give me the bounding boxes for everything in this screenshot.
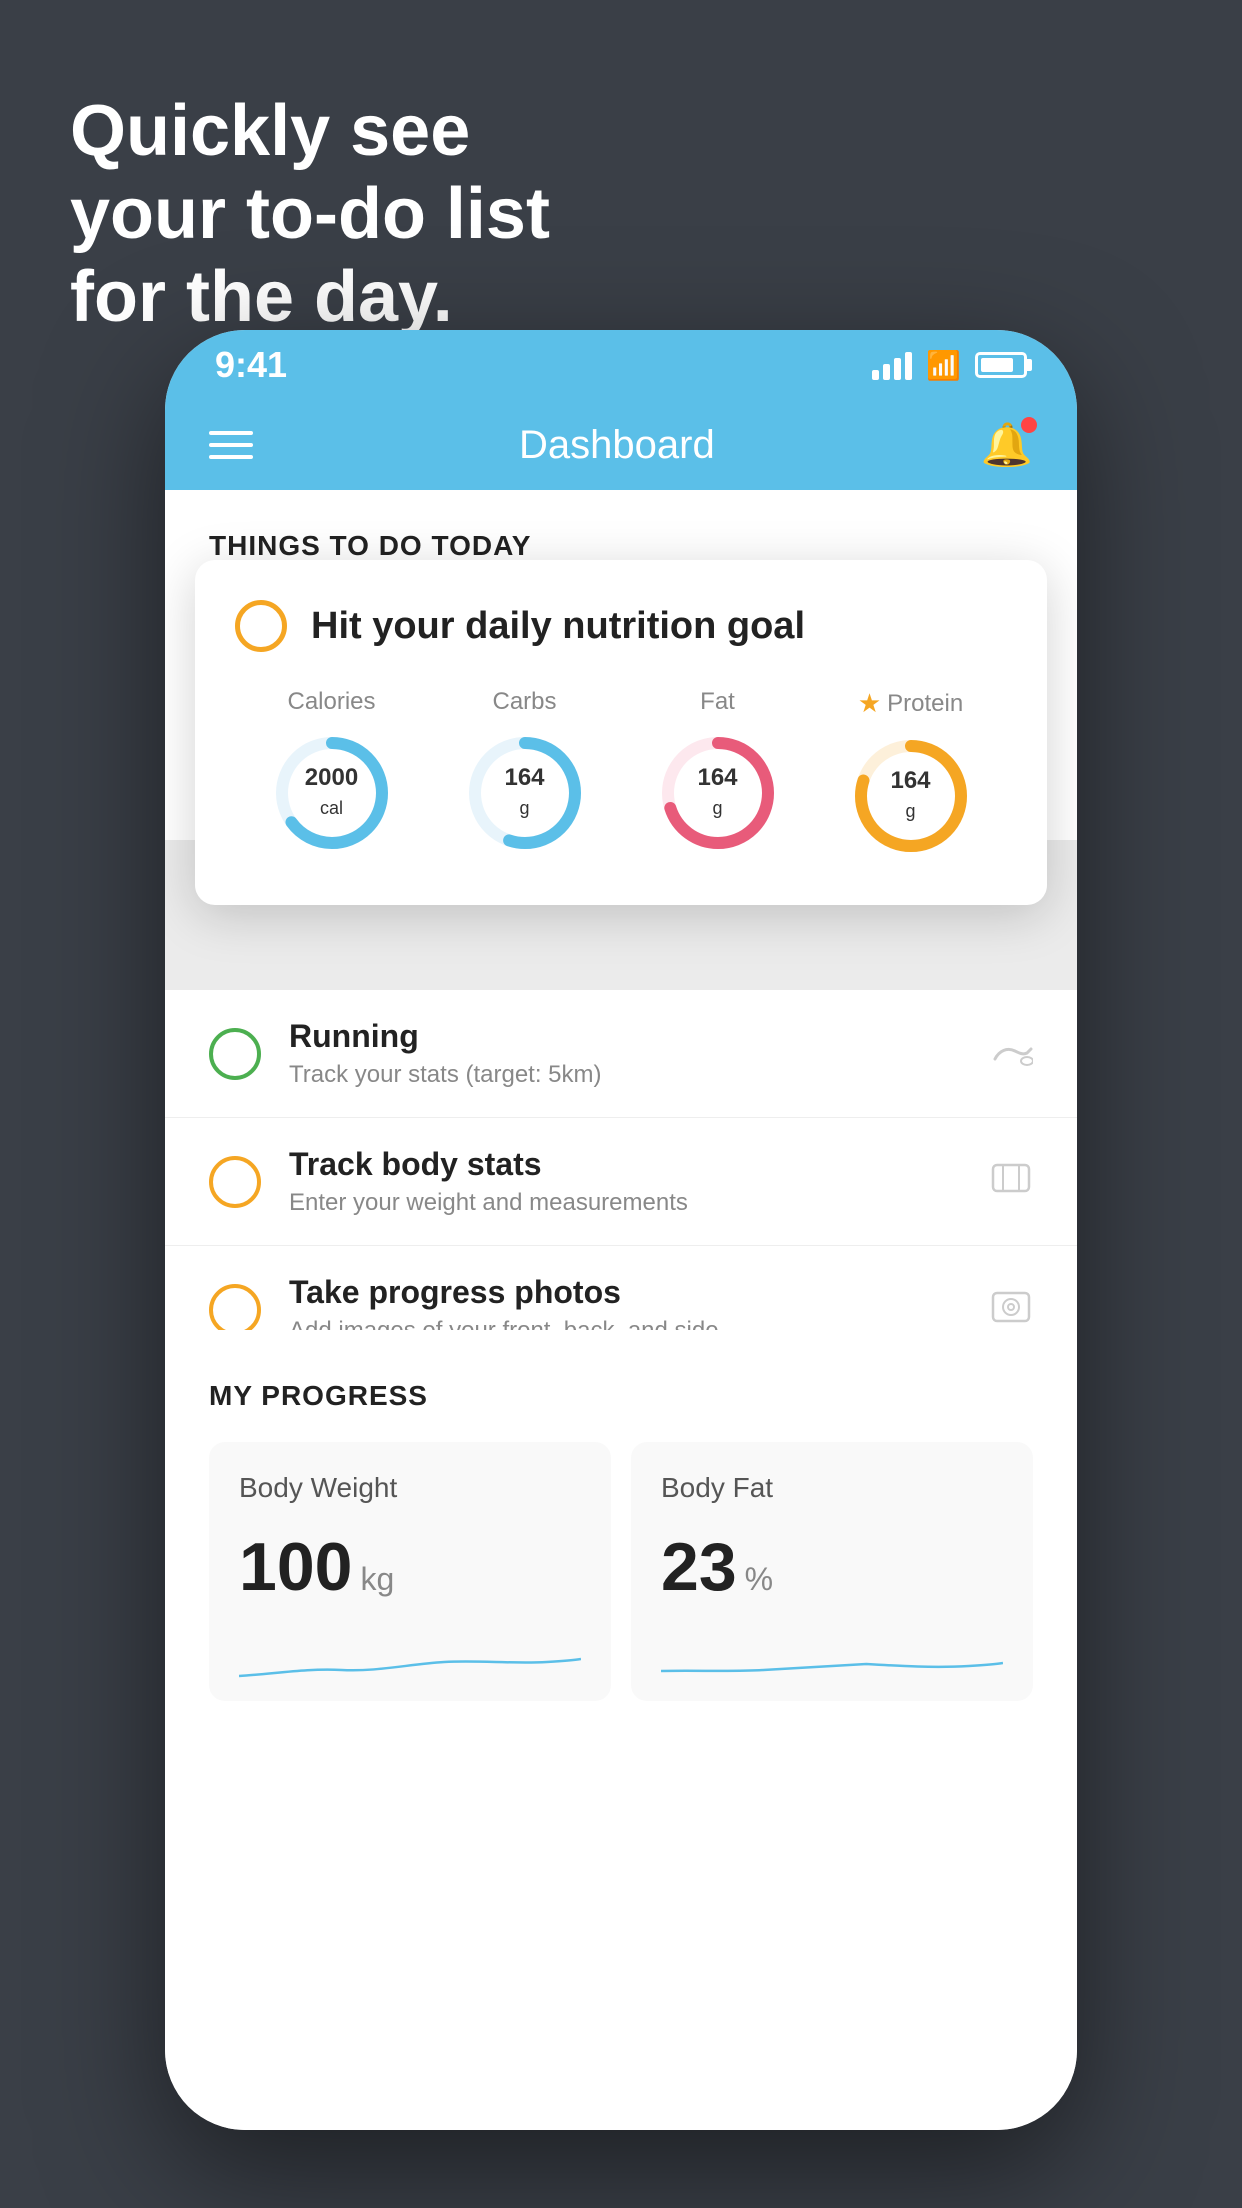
notification-dot [1021,417,1037,433]
body-weight-unit: kg [360,1561,394,1598]
headline: Quickly see your to-do list for the day. [70,90,550,338]
battery-icon [975,352,1027,378]
body-fat-unit: % [745,1561,773,1598]
protein-donut: 164g [846,731,976,861]
hamburger-menu[interactable] [209,431,253,459]
nutrition-carbs: Carbs 164g [460,688,590,858]
fat-label: Fat [700,688,735,716]
progress-cards: Body Weight 100 kg Body Fat 23 % [165,1432,1077,1711]
progress-photos-title: Take progress photos [289,1274,989,1311]
body-weight-value: 100 kg [239,1528,581,1606]
running-circle [209,1028,261,1080]
todo-body-stats[interactable]: Track body stats Enter your weight and m… [165,1118,1077,1246]
signal-icon [872,350,912,380]
body-weight-chart [239,1626,581,1696]
nutrition-card[interactable]: Hit your daily nutrition goal Calories 2… [195,560,1047,905]
running-title: Running [289,1018,989,1055]
nutrition-card-title: Hit your daily nutrition goal [311,605,805,648]
calories-label: Calories [287,688,375,716]
body-weight-title: Body Weight [239,1472,581,1504]
todo-running[interactable]: Running Track your stats (target: 5km) [165,990,1077,1118]
carbs-donut: 164g [460,728,590,858]
body-stats-icon [989,1157,1033,1207]
calories-value: 2000cal [305,764,358,822]
status-icons: 📶 [872,349,1027,382]
todo-list: Running Track your stats (target: 5km) T… [165,990,1077,1374]
nutrition-calories: Calories 2000cal [267,688,397,858]
carbs-label: Carbs [492,688,556,716]
body-stats-title: Track body stats [289,1146,989,1183]
body-fat-card[interactable]: Body Fat 23 % [631,1442,1033,1701]
nutrition-fat: Fat 164g [653,688,783,858]
nutrition-protein: ★Protein 164g [846,688,976,861]
body-weight-number: 100 [239,1528,352,1606]
running-subtitle: Track your stats (target: 5km) [289,1061,989,1089]
protein-value: 164g [890,767,930,825]
body-fat-value: 23 % [661,1528,1003,1606]
body-stats-circle [209,1156,261,1208]
progress-header: MY PROGRESS [165,1350,1077,1432]
wifi-icon: 📶 [926,349,961,382]
body-weight-card[interactable]: Body Weight 100 kg [209,1442,611,1701]
header-title: Dashboard [519,423,715,468]
star-icon: ★ [858,688,881,719]
body-stats-subtitle: Enter your weight and measurements [289,1189,989,1217]
protein-label: ★Protein [858,688,963,719]
body-fat-title: Body Fat [661,1472,1003,1504]
fat-value: 164g [697,764,737,822]
running-text: Running Track your stats (target: 5km) [289,1018,989,1089]
status-bar: 9:41 📶 [165,330,1077,400]
nutrition-card-header: Hit your daily nutrition goal [235,600,1007,652]
main-content: THINGS TO DO TODAY Hit your daily nutrit… [165,490,1077,2130]
notification-bell-icon[interactable]: 🔔 [981,421,1033,470]
nutrition-check-circle [235,600,287,652]
body-fat-number: 23 [661,1528,737,1606]
progress-section: MY PROGRESS Body Weight 100 kg Body Fat [165,1330,1077,1711]
nutrition-circles: Calories 2000cal Carbs [235,688,1007,861]
body-stats-text: Track body stats Enter your weight and m… [289,1146,989,1217]
carbs-value: 164g [504,764,544,822]
progress-photos-circle [209,1284,261,1336]
status-time: 9:41 [215,344,287,386]
progress-photos-icon [989,1285,1033,1335]
phone-shell: 9:41 📶 Dashboard 🔔 TH [165,330,1077,2130]
fat-donut: 164g [653,728,783,858]
running-icon [989,1031,1033,1077]
calories-donut: 2000cal [267,728,397,858]
body-fat-chart [661,1626,1003,1696]
app-header: Dashboard 🔔 [165,400,1077,490]
